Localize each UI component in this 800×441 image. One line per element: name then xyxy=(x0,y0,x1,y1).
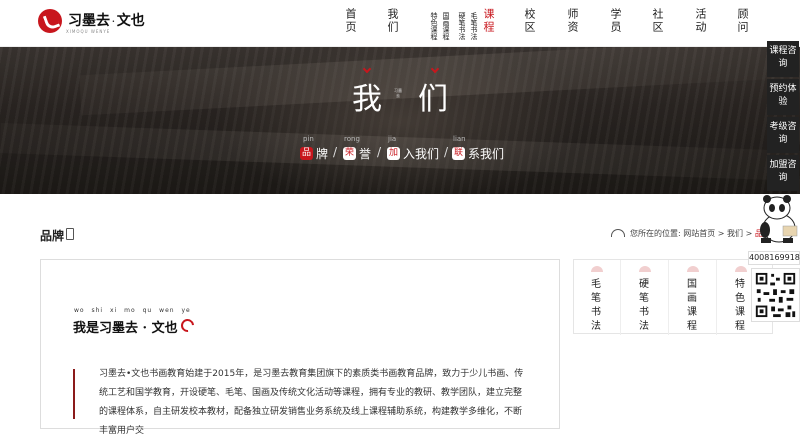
nav-about[interactable]: 我们 xyxy=(386,8,399,34)
logo-dot: · xyxy=(112,16,115,26)
nav-course[interactable]: 课程 xyxy=(482,8,495,34)
category-dot-icon xyxy=(735,266,747,272)
pinyin-syllable: xi xyxy=(110,307,118,314)
link-join-label: 入我们 xyxy=(403,147,440,161)
link-contact[interactable]: 联 系我们 xyxy=(452,145,504,162)
seal-stamp: 习墨去 xyxy=(394,88,402,98)
link-brand-char: 品 xyxy=(300,147,313,160)
about-text: 习墨去•文也书画教育始建于2015年，是习墨去教育集团旗下的素质类书画教育品牌，… xyxy=(99,369,524,436)
nav-special-course[interactable]: 特色课程 xyxy=(430,12,438,40)
course-consult-button[interactable]: 课程咨询 xyxy=(767,41,799,77)
course-categories: 毛笔书法 硬笔书法 国画课程 特色课程 xyxy=(573,259,773,335)
pinyin-syllable: wen xyxy=(159,307,175,314)
hero-banner: 我们 习墨去 pin rong jia lian 品 牌 / 荣 誉 / 加 入… xyxy=(0,47,800,194)
category-label: 硬笔书法 xyxy=(639,279,651,332)
breadcrumb-home[interactable]: 网站首页 xyxy=(683,229,715,238)
category-painting[interactable]: 国画课程 xyxy=(670,260,717,335)
pinyin-syllable: ye xyxy=(181,307,191,314)
link-join[interactable]: 加 入我们 xyxy=(387,145,439,162)
about-title: 我是习墨去 · 文也 xyxy=(73,321,178,336)
ink-circle-icon xyxy=(178,316,197,335)
pinyin-label: pin xyxy=(303,135,314,143)
nav-students[interactable]: 学员 xyxy=(609,8,622,34)
nav-campus[interactable]: 校区 xyxy=(523,8,536,34)
phone-number[interactable]: 4008169918 xyxy=(748,251,800,265)
category-hardpen-calligraphy[interactable]: 硬笔书法 xyxy=(622,260,669,335)
nav-activities[interactable]: 活动 xyxy=(694,8,707,34)
breadcrumb-separator: > xyxy=(717,229,725,238)
nav-hardpen-course[interactable]: 硬笔书法 xyxy=(458,12,466,40)
category-label: 毛笔书法 xyxy=(591,279,603,332)
title-pinyin: wo shi xi mo qu wen ye xyxy=(74,307,191,314)
link-join-char: 加 xyxy=(387,147,400,160)
breadcrumb-bar: 品牌 您所在的位置: 网站首页 > 我们 > 品 xyxy=(0,218,800,248)
link-contact-label: 系我们 xyxy=(468,147,505,161)
link-honor-char: 荣 xyxy=(343,147,356,160)
category-dot-icon xyxy=(591,266,603,272)
section-title: 品牌 xyxy=(40,229,65,243)
link-contact-char: 联 xyxy=(452,147,465,160)
breadcrumb-separator: > xyxy=(745,229,753,238)
link-brand-label: 牌 xyxy=(316,147,329,161)
link-honor-label: 誉 xyxy=(359,147,372,161)
nav-teachers[interactable]: 师资 xyxy=(566,8,579,34)
accent-bar xyxy=(73,369,75,419)
pinyin-label: lian xyxy=(453,135,466,143)
book-trial-button[interactable]: 预约体验 xyxy=(767,79,799,115)
logo-text: 习墨去 xyxy=(68,13,110,29)
franchise-consult-button[interactable]: 加盟咨询 xyxy=(767,155,799,191)
logo-tagline: XIMOQU WENYE xyxy=(66,29,111,34)
link-separator: / xyxy=(333,145,338,159)
nav-community[interactable]: 社区 xyxy=(651,8,664,34)
category-brush-calligraphy[interactable]: 毛笔书法 xyxy=(574,260,621,335)
pinyin-syllable: qu xyxy=(142,307,153,314)
banner-links: pin rong jia lian 品 牌 / 荣 誉 / 加 入我们 / 联 … xyxy=(0,135,800,165)
link-separator: / xyxy=(444,145,449,159)
category-dot-icon xyxy=(639,266,651,272)
breadcrumb: 您所在的位置: 网站首页 > 我们 > 品 xyxy=(608,228,763,239)
floating-sidebar: 课程咨询 预约体验 考级咨询 加盟咨询 xyxy=(767,41,800,193)
about-panel: wo shi xi mo qu wen ye 我是习墨去 · 文也 习墨去•文也… xyxy=(40,259,560,436)
link-honor[interactable]: 荣 誉 xyxy=(343,145,371,162)
pinyin-syllable: mo xyxy=(124,307,136,314)
logo-sub: 文也 xyxy=(116,13,145,29)
breadcrumb-prefix: 您所在的位置: xyxy=(630,229,681,238)
pinyin-syllable: wo xyxy=(74,307,85,314)
nav-brush-course[interactable]: 毛笔书法 xyxy=(470,12,478,40)
qr-code-icon xyxy=(751,268,800,322)
pinyin-label: rong xyxy=(344,135,360,143)
exam-consult-button[interactable]: 考级咨询 xyxy=(767,117,799,153)
pinyin-label: jia xyxy=(388,135,397,143)
category-dot-icon xyxy=(687,266,699,272)
pinyin-syllable: shi xyxy=(91,307,104,314)
link-brand[interactable]: 品 牌 xyxy=(300,145,328,162)
breadcrumb-about[interactable]: 我们 xyxy=(727,229,743,238)
category-label: 国画课程 xyxy=(687,279,699,332)
nav-home[interactable]: 首页 xyxy=(344,8,357,34)
link-separator: / xyxy=(377,145,382,159)
nav-painting-course[interactable]: 国画课程 xyxy=(442,12,450,40)
brush-holder-icon xyxy=(66,228,74,240)
category-label: 特色课程 xyxy=(735,279,747,332)
panda-mascot-icon xyxy=(760,195,798,243)
brush-logo-icon xyxy=(38,9,62,33)
site-header: 习墨去 · 文也 XIMOQU WENYE 首页 我们 特色课程 国画课程 硬笔… xyxy=(0,0,800,47)
nav-advisor[interactable]: 顾问 xyxy=(736,8,749,34)
